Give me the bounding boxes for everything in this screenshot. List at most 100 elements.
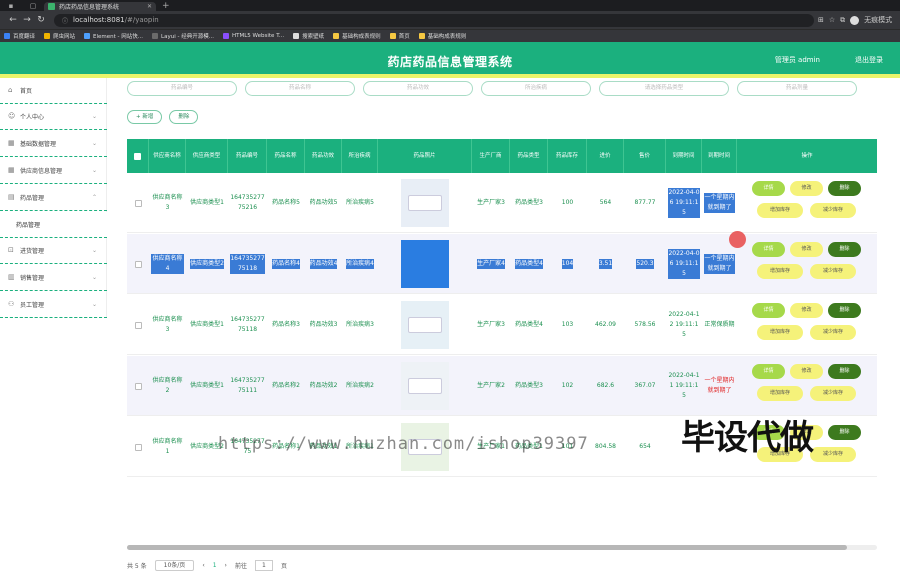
- add-stock-button[interactable]: 增加库存: [757, 203, 803, 218]
- cell-cost: 462.09: [587, 295, 624, 355]
- table-row[interactable]: 供应商名称2 供应商类型1 16473527775111 药品名称2 药品功效2 所治疾病…: [127, 356, 877, 416]
- bookmark[interactable]: 爬虫网站: [44, 32, 75, 40]
- reduce-stock-button[interactable]: 减少库存: [810, 447, 856, 462]
- row-checkbox[interactable]: [134, 199, 142, 207]
- horizontal-scrollbar[interactable]: [127, 545, 877, 550]
- reload-icon[interactable]: ↻: [34, 15, 48, 25]
- cell-stock: 102: [548, 356, 587, 416]
- sidebar-item-drug[interactable]: ▤ 药品管理 ⌃: [0, 185, 107, 211]
- row-checkbox[interactable]: [134, 382, 142, 390]
- detail-button[interactable]: 详情: [752, 242, 785, 257]
- sidebar-item-sales[interactable]: ▥ 销售管理 ⌄: [0, 265, 107, 291]
- delete-row-button[interactable]: 删除: [828, 242, 861, 257]
- cell-disease: 所治疾病4: [342, 234, 378, 294]
- profile-label[interactable]: 无痕模式: [864, 15, 892, 25]
- row-checkbox[interactable]: [134, 443, 142, 451]
- col-header: 到期时间: [702, 139, 737, 173]
- edit-button[interactable]: 修改: [790, 303, 823, 318]
- cell-disease: 所治疾病3: [342, 295, 378, 355]
- sidebar-item-staff[interactable]: ⚇ 员工管理 ⌄: [0, 292, 107, 318]
- row-checkbox[interactable]: [134, 321, 142, 329]
- cell-price: 654: [624, 417, 666, 477]
- page-number[interactable]: 1: [213, 562, 217, 569]
- drug-photo: [401, 362, 449, 410]
- cell-text: 生产厂家4: [477, 259, 505, 269]
- reduce-stock-button[interactable]: 减少库存: [810, 264, 856, 279]
- back-icon[interactable]: ←: [6, 15, 20, 25]
- bookmark[interactable]: 首页: [389, 32, 410, 40]
- delete-row-button[interactable]: 删除: [828, 181, 861, 196]
- goto-input[interactable]: 1: [254, 560, 273, 571]
- row-checkbox[interactable]: [134, 260, 142, 268]
- search-input-disease[interactable]: 所治疾病: [481, 81, 591, 96]
- add-stock-button[interactable]: 增加库存: [757, 325, 803, 340]
- drug-photo-cell: [378, 234, 472, 294]
- cell-cost: 564: [587, 173, 624, 233]
- window-menu-icon[interactable]: ▪: [0, 0, 22, 11]
- next-page-icon[interactable]: ›: [225, 562, 227, 569]
- sidebar-item-basedata[interactable]: ▦ 基础数据管理 ⌄: [0, 131, 107, 157]
- reduce-stock-button[interactable]: 减少库存: [810, 203, 856, 218]
- chevron-down-icon: ⌄: [91, 301, 97, 308]
- search-input-effect[interactable]: 药品功效: [363, 81, 473, 96]
- logout-link[interactable]: 退出登录: [855, 55, 883, 65]
- bookmark[interactable]: 基础构成表规则: [333, 32, 381, 40]
- bookmark-icon: [152, 33, 159, 39]
- sidebar-item-home[interactable]: ⌂ 首页: [0, 78, 107, 104]
- search-input-code[interactable]: 药品编号: [127, 81, 237, 96]
- reduce-stock-button[interactable]: 减少库存: [810, 386, 856, 401]
- search-bar: 药品编号 药品名称 药品功效 所治疾病 请选择药品类型 药品剂量: [127, 81, 857, 97]
- delete-row-button[interactable]: 删除: [828, 425, 861, 440]
- prev-page-icon[interactable]: ‹: [202, 562, 204, 569]
- sidebar-item-supplier[interactable]: ▦ 供应商信息管理 ⌄: [0, 158, 107, 184]
- bookmark[interactable]: Layui - 经典开源模...: [152, 32, 214, 40]
- cell-code: 16473527775216: [228, 173, 267, 233]
- url-field[interactable]: ⓘ localhost:8081/#/yaopin: [54, 13, 814, 27]
- search-input-dose[interactable]: 药品剂量: [737, 81, 857, 96]
- incognito-avatar[interactable]: [850, 15, 860, 25]
- table-row[interactable]: 供应商名称3 供应商类型1 16473527775216 药品名称5 药品功效5 所治疾病…: [127, 173, 877, 233]
- translate-icon[interactable]: ⊞: [818, 16, 824, 24]
- search-select-type[interactable]: 请选择药品类型: [599, 81, 729, 96]
- sidebar-subitem-drug[interactable]: 药品管理: [0, 212, 107, 238]
- detail-button[interactable]: 详情: [752, 181, 785, 196]
- bookmark[interactable]: 搜索壁纸: [293, 32, 324, 40]
- detail-button[interactable]: 详情: [752, 364, 785, 379]
- detail-button[interactable]: 详情: [752, 303, 785, 318]
- tab-search-icon[interactable]: ▢: [22, 0, 44, 11]
- select-all-checkbox[interactable]: [134, 152, 141, 160]
- bookmark[interactable]: Element - 网站快...: [84, 32, 143, 40]
- sidebar-item-purchase[interactable]: ⊡ 进货管理 ⌄: [0, 238, 107, 264]
- bookmark[interactable]: 基础构成表规则: [418, 32, 466, 40]
- table-row[interactable]: 供应商名称3 供应商类型1 16473527775118 药品名称3 药品功效3 所治疾病…: [127, 295, 877, 355]
- sidebar-item-profile[interactable]: ☺ 个人中心 ⌄: [0, 104, 107, 130]
- delete-row-button[interactable]: 删除: [828, 303, 861, 318]
- bookmark[interactable]: 百度翻译: [4, 32, 35, 40]
- table-row[interactable]: 供应商名称4 供应商类型2 16473527775118 药品名称4 药品功效4 所治疾病…: [127, 234, 877, 294]
- page-size-select[interactable]: 10条/页: [154, 560, 195, 571]
- bookmark[interactable]: HTML5 Website T...: [222, 33, 284, 39]
- add-stock-button[interactable]: 增加库存: [757, 386, 803, 401]
- chevron-down-icon: ⌄: [91, 247, 97, 254]
- scrollbar-thumb[interactable]: [127, 545, 847, 550]
- add-button[interactable]: + 新增: [127, 110, 163, 124]
- edit-button[interactable]: 修改: [790, 181, 823, 196]
- edit-button[interactable]: 修改: [790, 364, 823, 379]
- info-icon[interactable]: ⓘ: [62, 16, 68, 25]
- cell-supplier: 供应商名称3: [149, 173, 186, 233]
- cell-text: 生产厂家3: [477, 321, 505, 328]
- delete-row-button[interactable]: 删除: [828, 364, 861, 379]
- extensions-icon[interactable]: ⧉: [840, 16, 845, 25]
- browser-tab[interactable]: 药店药品信息管理系统 ✕: [44, 2, 156, 11]
- cell-stype: 供应商类型1: [186, 295, 228, 355]
- search-input-name[interactable]: 药品名称: [245, 81, 355, 96]
- close-tab-icon[interactable]: ✕: [147, 3, 152, 10]
- delete-button[interactable]: 删除: [169, 110, 199, 124]
- edit-button[interactable]: 修改: [790, 242, 823, 257]
- forward-icon[interactable]: →: [20, 15, 34, 25]
- add-stock-button[interactable]: 增加库存: [757, 264, 803, 279]
- cell-text: 2022-04-06 19:11:15: [668, 188, 700, 218]
- reduce-stock-button[interactable]: 减少库存: [810, 325, 856, 340]
- new-tab-icon[interactable]: +: [162, 1, 170, 11]
- star-icon[interactable]: ☆: [829, 16, 835, 24]
